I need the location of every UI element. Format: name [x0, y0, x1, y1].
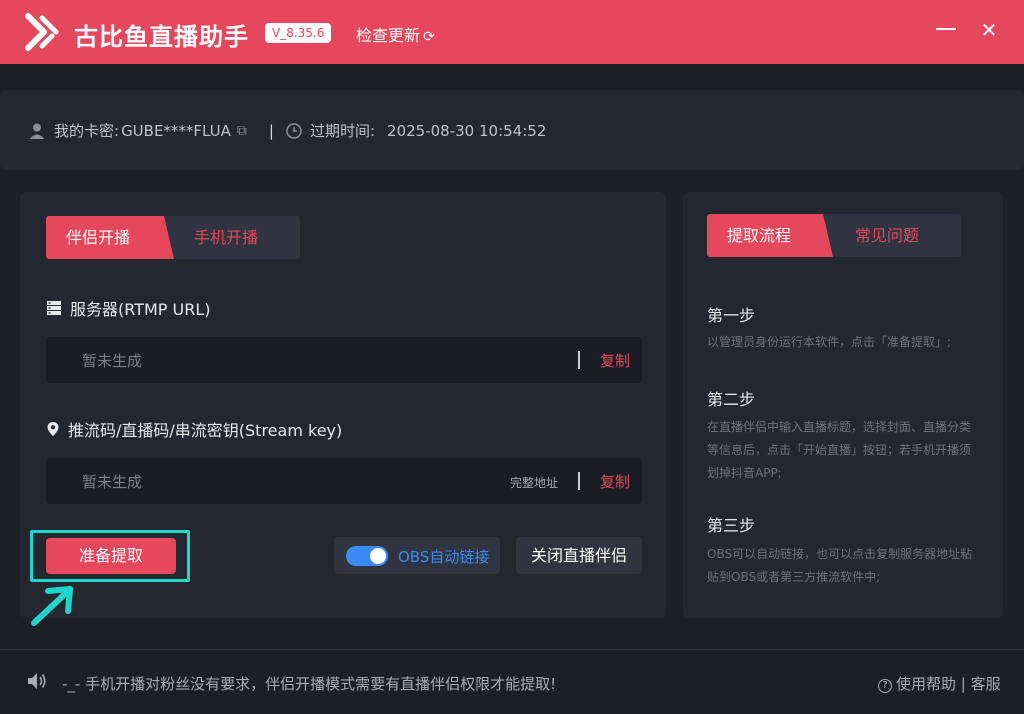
step-2-desc: 在直播伴侣中输入直播标题，选择封面、直播分类等信息后，点击「开始直播」按钮；若手… — [707, 420, 972, 480]
tab-faq[interactable]: 常见问题 — [855, 214, 919, 257]
stream-key-placeholder: 暂未生成 — [82, 473, 143, 491]
help-icon: ? — [878, 679, 892, 693]
guide-panel: 提取流程 常见问题 第一步 以管理员身份运行本软件，点击「准备提取」; 第二步 … — [683, 192, 1003, 618]
tab-companion-live[interactable]: 伴侣开播 — [46, 216, 174, 259]
prepare-extract-button[interactable]: 准备提取 — [46, 538, 176, 574]
location-pin-icon — [47, 422, 59, 436]
card-key-value: GUBE****FLUA — [121, 121, 231, 140]
card-key-label: 我的卡密: — [54, 122, 120, 140]
mode-tabs: 伴侣开播 手机开播 — [46, 216, 300, 259]
step-3-title: 第三步 — [707, 516, 756, 535]
user-icon — [29, 123, 45, 139]
stream-key-label-text: 推流码/直播码/串流密钥(Stream key) — [68, 421, 343, 440]
refresh-icon: ⟳ — [423, 29, 435, 45]
close-window-button[interactable]: ✕ — [978, 16, 1000, 44]
expire-label: 过期时间: — [309, 122, 376, 140]
tab-mobile-live[interactable]: 手机开播 — [194, 216, 258, 259]
copy-card-key-icon[interactable]: ⧉ — [237, 123, 247, 139]
version-badge: V_8.35.6 — [265, 23, 332, 43]
title-bar: 古比鱼直播助手 V_8.35.6 检查更新 ⟳ ✕ — [0, 0, 1024, 64]
obs-auto-link-label: OBS自动链接 — [398, 548, 490, 566]
step-1-desc: 以管理员身份运行本软件，点击「准备提取」; — [707, 335, 952, 349]
field-divider — [578, 472, 580, 490]
obs-auto-link-toggle[interactable]: OBS自动链接 — [334, 537, 500, 574]
copy-server-button[interactable]: 复制 — [600, 350, 630, 371]
step-2-title: 第二步 — [707, 390, 756, 409]
expire-value: 2025-08-30 10:54:52 — [387, 121, 547, 140]
tab-extract-process[interactable]: 提取流程 — [707, 214, 833, 257]
extraction-panel: 伴侣开播 手机开播 服务器(RTMP URL) 暂未生成 复制 推流码/直播码/… — [20, 192, 666, 626]
toggle-switch[interactable] — [346, 546, 388, 566]
help-separator: | — [960, 675, 966, 693]
account-info-bar: 我的卡密: GUBE****FLUA ⧉ | 过期时间: 2025-08-30 … — [0, 90, 1024, 170]
toggle-knob — [370, 548, 386, 564]
account-separator: | — [268, 121, 274, 140]
customer-service-link[interactable]: 客服 — [971, 675, 1001, 693]
step-1-title: 第一步 — [707, 306, 756, 325]
server-label-text: 服务器(RTMP URL) — [70, 300, 211, 319]
server-url-placeholder: 暂未生成 — [82, 352, 143, 370]
help-link[interactable]: 使用帮助 — [896, 675, 956, 693]
full-address-button[interactable]: 完整地址 — [510, 474, 558, 491]
footer-divider — [0, 649, 1024, 650]
footer-notice: -_- 手机开播对粉丝没有要求，伴侣开播模式需要有直播伴侣权限才能提取! — [62, 675, 557, 693]
field-divider — [578, 351, 580, 369]
pointer-arrow-icon — [31, 586, 73, 626]
server-icon — [47, 301, 61, 315]
close-icon: ✕ — [980, 18, 998, 42]
server-url-field[interactable]: 暂未生成 复制 — [46, 337, 642, 383]
close-companion-button[interactable]: 关闭直播伴侣 — [516, 537, 642, 574]
minimize-button[interactable] — [936, 28, 956, 30]
copy-stream-key-button[interactable]: 复制 — [600, 471, 630, 492]
check-update-link[interactable]: 检查更新 ⟳ — [356, 22, 435, 46]
guide-tabs: 提取流程 常见问题 — [707, 214, 961, 257]
app-logo-icon — [25, 13, 59, 51]
check-update-label: 检查更新 — [356, 26, 421, 45]
stream-key-label: 推流码/直播码/串流密钥(Stream key) — [46, 417, 342, 441]
app-title: 古比鱼直播助手 — [74, 23, 249, 51]
clock-icon — [286, 122, 302, 139]
help-links: ? 使用帮助 | 客服 — [878, 673, 1001, 694]
speaker-icon — [28, 673, 46, 689]
server-label: 服务器(RTMP URL) — [46, 296, 211, 320]
step-3-desc: OBS可以自动链接，也可以点击复制服务器地址粘贴到OBS或者第三方推流软件中; — [707, 547, 973, 584]
stream-key-field[interactable]: 暂未生成 完整地址 复制 — [46, 458, 642, 504]
